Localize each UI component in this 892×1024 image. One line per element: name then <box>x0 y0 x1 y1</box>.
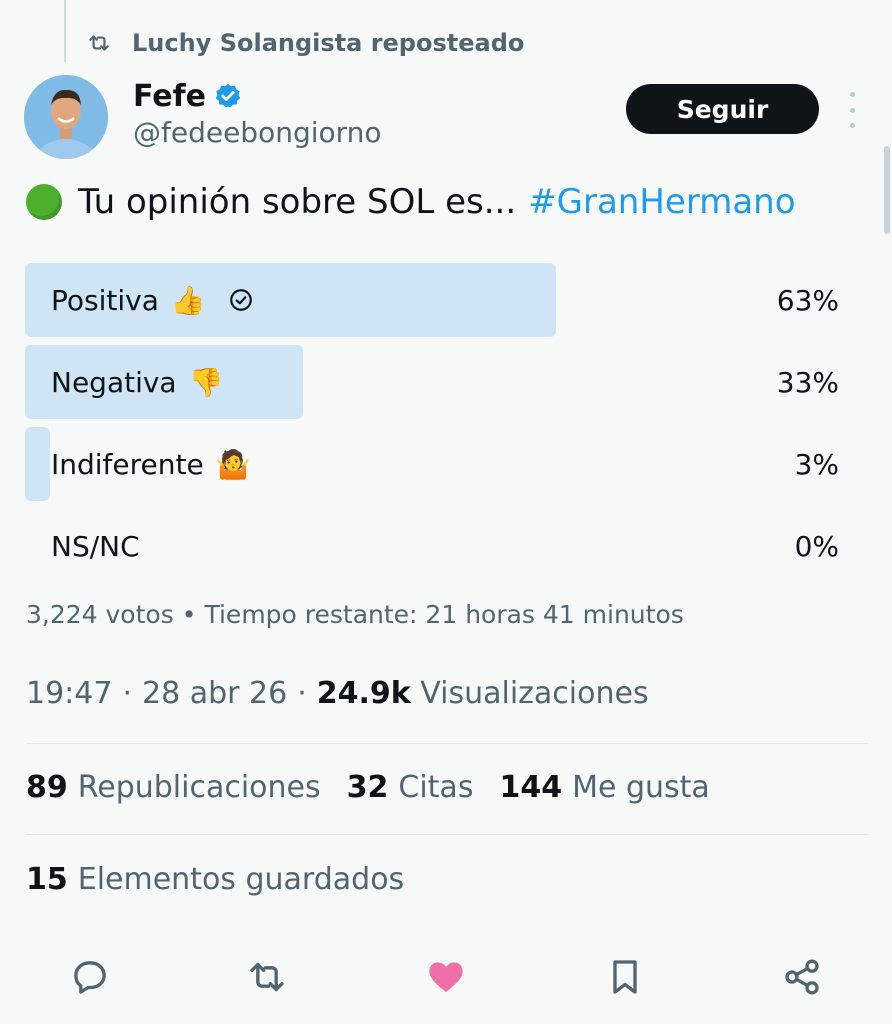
poll-option-percent: 3% <box>794 447 839 481</box>
poll-option-label: Indiferente <box>51 447 204 481</box>
timestamp-row: 19:47 · 28 abr 26 · 24.9k Visualizacione… <box>26 676 649 711</box>
follow-button[interactable]: Seguir <box>626 84 819 134</box>
engagement-stats: 89 Republicaciones 32 Citas 144 Me gusta <box>26 770 710 805</box>
repost-button[interactable] <box>246 956 288 998</box>
tweet-text: Tu opinión sobre SOL es... #GranHermano <box>26 178 796 226</box>
quotes-stat[interactable]: 32 Citas <box>347 770 474 805</box>
quotes-label: Citas <box>398 770 474 805</box>
like-icon <box>429 962 463 992</box>
check-circle-icon <box>229 289 252 311</box>
thumbs-up-icon: 👍 <box>170 283 206 317</box>
divider <box>26 834 868 835</box>
poll-option-percent: 33% <box>776 365 839 399</box>
share-icon <box>785 959 819 995</box>
thumbs-down-icon: 👎 <box>188 365 224 399</box>
saved-count: 15 <box>26 862 68 897</box>
reposts-stat[interactable]: 89 Republicaciones <box>26 770 321 805</box>
separator: • <box>181 600 197 629</box>
repost-icon <box>250 962 284 992</box>
repost-text: Luchy Solangista reposteado <box>132 29 525 57</box>
avatar[interactable] <box>24 75 108 159</box>
views-label: Visualizaciones <box>420 676 649 711</box>
poll-option-label: Negativa <box>51 365 177 399</box>
poll-meta: 3,224 votos • Tiempo restante: 21 horas … <box>26 600 684 629</box>
bookmark-button[interactable] <box>604 956 646 998</box>
green-circle-icon <box>26 184 62 220</box>
poll-bar <box>25 427 51 501</box>
poll-option-nsnc: NS/NC 0% <box>25 509 845 583</box>
separator: · <box>297 676 307 711</box>
tweet-body: Tu opinión sobre SOL es... <box>78 182 517 222</box>
poll-option-percent: 63% <box>776 283 839 317</box>
author-name-row[interactable]: Fefe <box>133 76 242 116</box>
tweet-date[interactable]: 28 abr 26 <box>142 676 287 711</box>
separator: · <box>122 676 133 711</box>
poll-option-label: Positiva <box>51 283 159 317</box>
poll-option-percent: 0% <box>794 529 839 563</box>
scrollbar[interactable] <box>884 146 890 234</box>
hashtag-link[interactable]: #GranHermano <box>528 178 795 226</box>
poll-option-indiferente: Indiferente 🤷 3% <box>25 427 845 501</box>
repost-icon <box>89 35 109 51</box>
poll-option-negativa: Negativa 👎 33% <box>25 345 845 419</box>
poll-option-label: NS/NC <box>51 529 140 563</box>
quotes-count: 32 <box>346 770 389 805</box>
reply-icon <box>74 961 106 994</box>
likes-stat[interactable]: 144 Me gusta <box>499 770 709 805</box>
poll: Positiva 👍 63% Negativa 👎 33% Indiferent… <box>25 263 845 591</box>
poll-option-positiva: Positiva 👍 63% <box>25 263 845 337</box>
like-button[interactable] <box>425 956 467 998</box>
author-name[interactable]: Fefe <box>133 79 206 114</box>
more-options-icon[interactable] <box>838 92 866 128</box>
likes-label: Me gusta <box>572 770 710 805</box>
reposts-count: 89 <box>26 770 68 805</box>
bookmark-icon <box>613 960 637 994</box>
verified-badge-icon <box>215 83 241 108</box>
divider <box>26 743 868 744</box>
reply-button[interactable] <box>69 956 111 998</box>
poll-votes: 3,224 votos <box>26 600 174 629</box>
repost-context[interactable]: Luchy Solangista reposteado <box>86 26 524 60</box>
thread-line <box>64 0 66 62</box>
poll-time-left: Tiempo restante: 21 horas 41 minutos <box>204 600 684 629</box>
reposts-label: Republicaciones <box>77 770 321 805</box>
saved-label: Elementos guardados <box>77 862 405 897</box>
tweet-time[interactable]: 19:47 <box>26 676 112 711</box>
author-handle[interactable]: @fedeebongiorno <box>133 116 382 149</box>
likes-count: 144 <box>499 770 563 805</box>
shrug-icon: 🤷 <box>215 447 251 481</box>
bookmarks-stat[interactable]: 15 Elementos guardados <box>26 862 404 897</box>
share-button[interactable] <box>781 956 823 998</box>
action-bar <box>0 950 892 1002</box>
views-count: 24.9k <box>316 676 411 711</box>
